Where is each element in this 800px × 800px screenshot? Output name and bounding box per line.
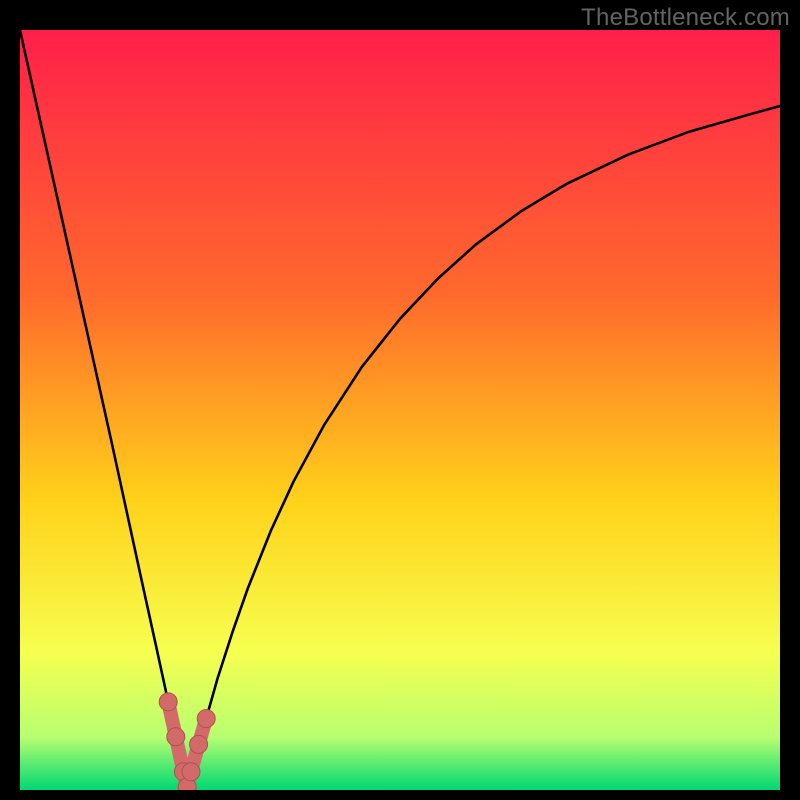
- notch-marker-dot: [190, 735, 208, 753]
- chart-frame: [20, 30, 780, 790]
- watermark-text: TheBottleneck.com: [581, 4, 790, 32]
- notch-marker-dot: [182, 763, 200, 781]
- bottleneck-chart: [20, 30, 780, 790]
- gradient-background: [20, 30, 780, 790]
- notch-marker-dot: [167, 728, 185, 746]
- notch-marker-dot: [197, 710, 215, 728]
- notch-marker-dot: [159, 693, 177, 711]
